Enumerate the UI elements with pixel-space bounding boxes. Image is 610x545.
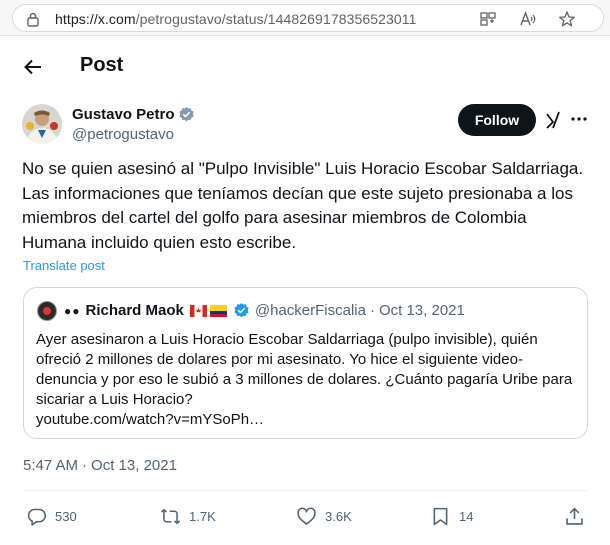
repost-button[interactable]: 1.7K	[160, 505, 216, 527]
follow-button[interactable]: Follow	[458, 104, 536, 136]
page-title: Post	[80, 54, 124, 76]
post-text: No se quien asesinó al "Pulpo Invisible"…	[22, 159, 584, 252]
lock-icon[interactable]	[25, 11, 41, 27]
grok-icon[interactable]	[544, 110, 562, 130]
verified-badge-icon[interactable]	[178, 106, 195, 123]
read-aloud-icon[interactable]	[519, 10, 537, 28]
tab-search-icon[interactable]	[479, 10, 497, 28]
quoted-avatar	[37, 301, 57, 321]
bookmark-count: 14	[459, 508, 474, 524]
share-button[interactable]	[564, 505, 593, 527]
address-bar[interactable]: https://x.com/petrogustavo/status/144826…	[12, 4, 604, 32]
url-text[interactable]: https://x.com/petrogustavo/status/144826…	[55, 11, 417, 27]
verified-badge-icon	[234, 303, 249, 318]
url-host: https://x.com	[55, 11, 136, 27]
reply-icon	[27, 508, 47, 526]
quoted-date: Oct 13, 2021	[378, 302, 465, 319]
reply-count: 530	[55, 508, 77, 524]
favorite-star-icon[interactable]	[558, 10, 576, 28]
repost-count: 1.7K	[189, 508, 216, 524]
quoted-author-handle: @hackerFiscalia	[254, 302, 366, 319]
author-handle[interactable]: @petrogustavo	[72, 126, 174, 143]
avatar[interactable]	[22, 104, 62, 144]
author-name[interactable]: Gustavo Petro	[72, 106, 175, 123]
browser-toolbar: https://x.com/petrogustavo/status/144826…	[0, 0, 610, 36]
post-time: 5:47 AM	[23, 457, 79, 474]
bookmark-button[interactable]: 14	[430, 505, 473, 527]
more-icon[interactable]	[570, 112, 588, 126]
repost-icon	[160, 508, 181, 524]
translate-post-link[interactable]: Translate post	[23, 258, 105, 273]
share-icon	[566, 507, 583, 525]
avatar-image	[22, 104, 62, 144]
canada-flag-icon	[189, 304, 207, 317]
quoted-name-prefix: ●●	[64, 303, 81, 318]
post-date: Oct 13, 2021	[91, 457, 177, 474]
quoted-post[interactable]: ●● Richard Maok @hackerFiscalia · Oct 13…	[23, 287, 588, 439]
divider	[23, 490, 589, 491]
url-path: /petrogustavo/status/1448269178356523011	[135, 11, 417, 27]
back-arrow-icon[interactable]	[22, 56, 44, 78]
quoted-post-text: Ayer asesinaron a Luis Horacio Escobar S…	[36, 331, 573, 428]
bookmark-icon	[433, 507, 448, 525]
colombia-flag-icon	[209, 304, 227, 317]
reply-button[interactable]: 530	[26, 505, 77, 527]
like-button[interactable]: 3.6K	[296, 505, 352, 527]
like-count: 3.6K	[325, 508, 352, 524]
like-icon	[297, 507, 316, 525]
post-timestamp[interactable]: 5:47 AM · Oct 13, 2021	[23, 457, 177, 474]
quoted-post-header: ●● Richard Maok @hackerFiscalia · Oct 13…	[64, 302, 465, 319]
quoted-author-name: Richard Maok	[85, 302, 184, 319]
timestamp-separator: ·	[82, 457, 88, 474]
quoted-separator: ·	[369, 302, 375, 319]
